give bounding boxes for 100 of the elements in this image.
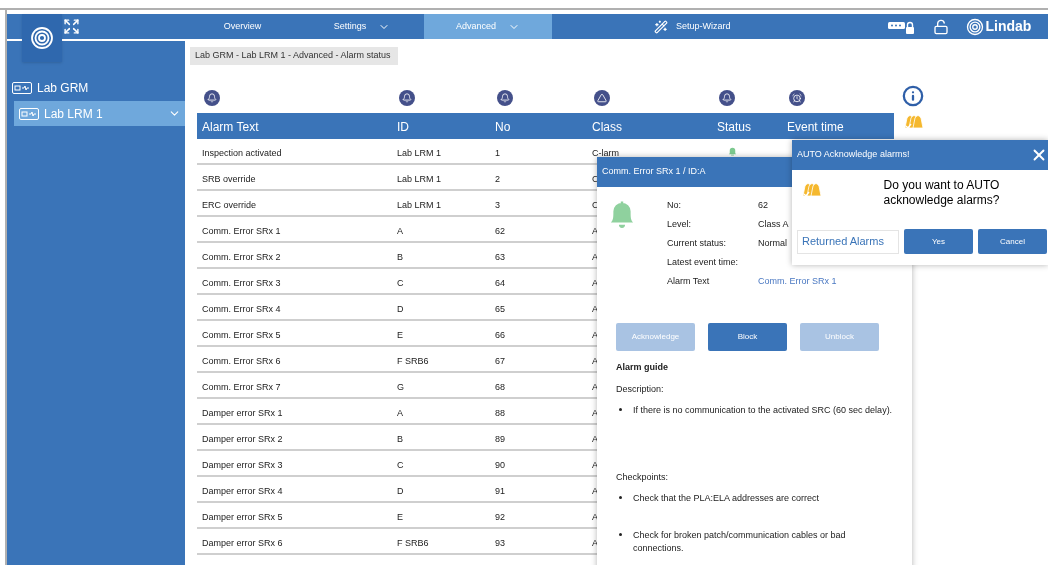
field-value: Normal	[758, 237, 787, 251]
wizard-button[interactable]: Setup-Wizard	[654, 19, 731, 34]
table-cell: 2	[495, 174, 500, 184]
bullet-icon	[619, 408, 622, 411]
table-cell: Comm. Error SRx 2	[202, 252, 281, 262]
column-header: Class	[592, 120, 622, 134]
field-label: Alarm Text	[667, 275, 711, 289]
brand-name: Lindab	[985, 17, 1032, 36]
table-cell: G	[397, 382, 404, 392]
checkpoint-item: Check for broken patch/communication cables or bad connections.	[633, 528, 847, 555]
question-text: Do you want to AUTO acknowledge alarms?	[882, 178, 1001, 208]
field-label: No:	[667, 199, 682, 213]
table-cell: C	[397, 278, 404, 288]
logo-icon	[30, 26, 54, 50]
unlock-icon[interactable]	[932, 18, 949, 35]
brand-logo-icon	[965, 17, 984, 36]
table-cell: Damper error SRx 2	[202, 434, 283, 444]
bullet-icon	[619, 532, 622, 536]
table-cell: A	[397, 408, 403, 418]
sidebar-item[interactable]: Lab LRM 1	[14, 101, 185, 126]
table-cell: 91	[495, 486, 505, 496]
field-label: Current status:	[667, 237, 728, 251]
bullet-icon	[619, 496, 622, 499]
field-value: Class A	[758, 218, 789, 232]
device-icon	[12, 82, 32, 94]
table-cell: Lab LRM 1	[397, 148, 442, 158]
returned-alarms-button[interactable]: Returned Alarms	[797, 229, 899, 254]
table-cell: 66	[495, 330, 505, 340]
table-cell: Comm. Error SRx 6	[202, 356, 281, 366]
table-cell: 1	[495, 148, 500, 158]
field-value: 62	[758, 199, 768, 213]
column-header: Event time	[787, 120, 844, 134]
table-cell: 68	[495, 382, 505, 392]
dialog-button[interactable]: Cancel	[978, 229, 1047, 254]
bell-icon	[727, 145, 738, 157]
table-cell: ERC override	[202, 200, 257, 210]
table-cell: Comm. Error SRx 7	[202, 382, 281, 392]
device-icon	[19, 107, 39, 120]
table-cell: 3	[495, 200, 500, 210]
bell-icon	[497, 90, 513, 106]
table-cell: 62	[495, 226, 505, 236]
table-cell: Comm. Error SRx 5	[202, 330, 281, 340]
action-button[interactable]: Block	[708, 323, 787, 351]
table-cell: D	[397, 304, 404, 314]
table-cell: Inspection activated	[202, 148, 282, 158]
table-cell: SRB override	[202, 174, 256, 184]
table-cell: 64	[495, 278, 505, 288]
table-cell: Damper error SRx 4	[202, 486, 283, 496]
table-cell: E	[397, 512, 403, 522]
keypad-lock-icon[interactable]	[887, 19, 916, 34]
info-icon[interactable]	[902, 85, 924, 107]
description-label: Description:	[616, 382, 665, 396]
table-cell: F SRB6	[397, 356, 429, 366]
table-cell: 88	[495, 408, 505, 418]
guide-title: Alarm guide	[616, 361, 669, 374]
table-cell: Lab LRM 1	[397, 200, 442, 210]
table-cell: Damper error SRx 1	[202, 408, 283, 418]
magic-wand-icon	[654, 19, 668, 34]
checkpoint-item: Check that the PLA:ELA addresses are correct	[633, 492, 821, 505]
table-cell: D	[397, 486, 404, 496]
table-cell: Lab LRM 1	[397, 174, 442, 184]
triangle-icon	[594, 90, 610, 106]
alarm-clock-icon	[789, 90, 805, 106]
dialog-title: Comm. Error SRx 1 / ID:A	[602, 165, 706, 179]
bell-icon	[204, 90, 220, 106]
table-cell: 65	[495, 304, 505, 314]
table-cell: 90	[495, 460, 505, 470]
table-cell: F SRB6	[397, 538, 429, 548]
bell-icon	[719, 90, 735, 106]
field-label: Level:	[667, 218, 693, 232]
table-cell: 92	[495, 512, 505, 522]
table-cell: B	[397, 252, 403, 262]
table-cell: Damper error SRx 3	[202, 460, 283, 470]
dialog-button[interactable]: Yes	[904, 229, 973, 254]
column-header: No	[495, 120, 511, 134]
table-cell: 89	[495, 434, 505, 444]
table-cell: Comm. Error SRx 1	[202, 226, 281, 236]
table-cell: 93	[495, 538, 505, 548]
table-cell: Damper error SRx 6	[202, 538, 283, 548]
alarm-text-link[interactable]: Comm. Error SRx 1	[758, 275, 837, 289]
fullscreen-icon[interactable]	[63, 18, 80, 35]
table-cell: E	[397, 330, 403, 340]
table-cell: C	[397, 460, 404, 470]
table-cell: Comm. Error SRx 4	[202, 304, 281, 314]
table-cell: 63	[495, 252, 505, 262]
table-cell: Damper error SRx 5	[202, 512, 283, 522]
table-cell: A	[397, 226, 403, 236]
field-label: Latest event time:	[667, 256, 740, 270]
bell-icon	[399, 90, 415, 106]
table-cell: C-larm	[592, 148, 619, 158]
table-cell: Comm. Error SRx 3	[202, 278, 281, 288]
column-header: ID	[397, 120, 409, 134]
breadcrumb: Lab GRM - Lab LRM 1 - Advanced - Alarm status	[190, 47, 398, 65]
column-header: Alarm Text	[202, 120, 259, 134]
column-header: Status	[717, 120, 752, 134]
dialog-title: AUTO Acknowledge alarms!	[797, 148, 910, 162]
sidebar-item[interactable]: Lab GRM	[7, 79, 185, 97]
nav-tab[interactable]: Advanced	[424, 14, 552, 39]
checkpoints-label: Checkpoints:	[616, 470, 670, 484]
table-cell: 67	[495, 356, 505, 366]
